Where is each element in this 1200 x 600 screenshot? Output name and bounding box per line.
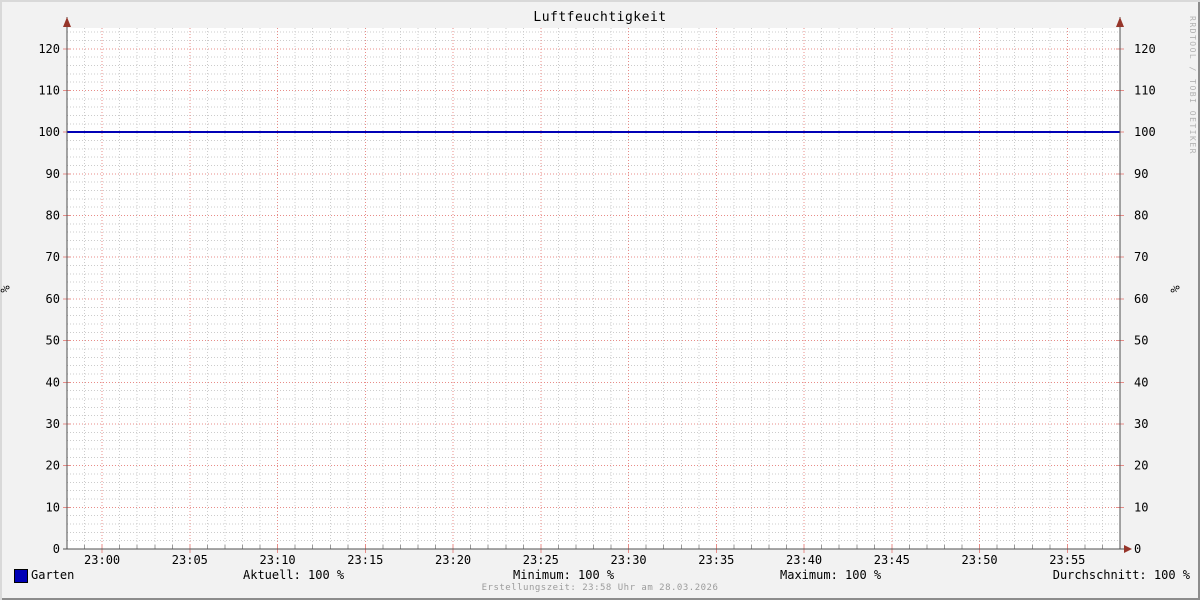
svg-text:100: 100 [38, 125, 60, 139]
svg-text:100: 100 [1134, 125, 1156, 139]
svg-text:110: 110 [1134, 84, 1156, 98]
svg-text:23:00: 23:00 [84, 553, 120, 567]
svg-text:90: 90 [46, 167, 60, 181]
svg-text:60: 60 [1134, 292, 1148, 306]
svg-text:50: 50 [1134, 334, 1148, 348]
y-axis-unit-right: % [1168, 285, 1183, 293]
svg-text:10: 10 [46, 500, 60, 514]
svg-text:23:25: 23:25 [523, 553, 559, 567]
svg-text:110: 110 [38, 84, 60, 98]
svg-text:23:05: 23:05 [172, 553, 208, 567]
svg-text:0: 0 [53, 542, 60, 556]
svg-text:40: 40 [46, 375, 60, 389]
svg-text:20: 20 [46, 459, 60, 473]
stat-minimum: Minimum: 100 % [513, 568, 615, 582]
svg-text:23:20: 23:20 [435, 553, 471, 567]
svg-text:23:15: 23:15 [347, 553, 383, 567]
svg-text:23:45: 23:45 [874, 553, 910, 567]
svg-text:50: 50 [46, 334, 60, 348]
svg-text:10: 10 [1134, 500, 1148, 514]
svg-text:70: 70 [46, 250, 60, 264]
legend-row: Garten Aktuell: 100 % Minimum: 100 % Max… [0, 568, 1200, 584]
chart-plot-area: 23:00 23:05 23:10 23:15 23:20 23:25 23:30 23:35… [38, 17, 1156, 567]
svg-text:0: 0 [1134, 542, 1141, 556]
svg-text:23:10: 23:10 [260, 553, 296, 567]
svg-text:23:50: 23:50 [962, 553, 998, 567]
svg-text:120: 120 [1134, 42, 1156, 56]
svg-text:23:55: 23:55 [1049, 553, 1085, 567]
svg-text:30: 30 [1134, 417, 1148, 431]
svg-text:120: 120 [38, 42, 60, 56]
svg-text:20: 20 [1134, 459, 1148, 473]
stat-durchschnitt: Durchschnitt: 100 % [1052, 568, 1190, 582]
stat-aktuell: Aktuell: 100 % [243, 568, 345, 582]
svg-text:40: 40 [1134, 375, 1148, 389]
svg-text:90: 90 [1134, 167, 1148, 181]
svg-text:23:40: 23:40 [786, 553, 822, 567]
y-axis-unit-left: % [0, 285, 13, 293]
svg-text:30: 30 [46, 417, 60, 431]
svg-text:70: 70 [1134, 250, 1148, 264]
legend-series-label: Garten [31, 568, 75, 582]
legend-swatch [14, 569, 28, 583]
rrdtool-watermark: RRDTOOL / TOBI OETIKER [1188, 16, 1197, 155]
chart-title: Luftfeuchtigkeit [533, 10, 667, 25]
creation-time: Erstellungszeit: 23:58 Uhr am 28.03.2026 [481, 583, 719, 593]
svg-text:80: 80 [46, 209, 60, 223]
svg-text:23:35: 23:35 [698, 553, 734, 567]
rrdtool-humidity-graph: Luftfeuchtigkeit 23:00 23:05 23:10 23:15 23:… [0, 0, 1200, 600]
stat-maximum: Maximum: 100 % [780, 568, 882, 582]
svg-text:80: 80 [1134, 209, 1148, 223]
svg-text:23:30: 23:30 [611, 553, 647, 567]
svg-text:60: 60 [46, 292, 60, 306]
